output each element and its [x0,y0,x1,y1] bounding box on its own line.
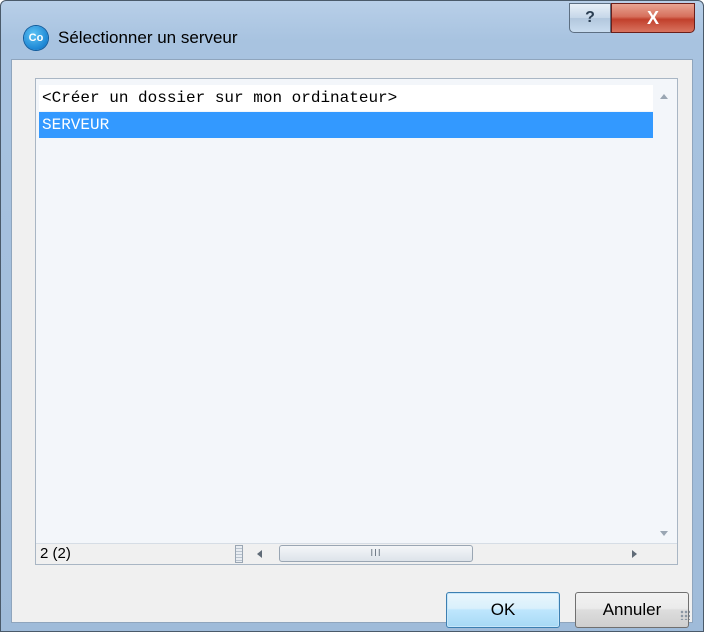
window-title: Sélectionner un serveur [58,28,238,47]
ok-button[interactable]: OK [446,592,560,628]
list-item-serveur[interactable]: SERVEUR [39,112,653,138]
dialog-window: Co Sélectionner un serveur ? X <Créer un… [0,0,704,632]
scroll-right-icon[interactable] [632,550,637,558]
scroll-left-icon[interactable] [257,550,262,558]
app-icon: Co [24,26,48,50]
scroll-up-icon[interactable] [660,94,668,99]
help-button[interactable]: ? [569,3,611,33]
item-count: 2 (2) [40,545,71,562]
cancel-button[interactable]: Annuler [575,592,689,628]
server-list[interactable]: <Créer un dossier sur mon ordinateur> SE… [35,78,678,565]
vertical-scrollbar[interactable] [653,79,677,548]
list-item-create-folder[interactable]: <Créer un dossier sur mon ordinateur> [39,85,653,111]
splitter-grip[interactable] [235,545,243,563]
list-statusbar: 2 (2) III [36,543,677,564]
thumb-grip-icon: III [370,548,382,559]
horizontal-scroll-thumb[interactable]: III [279,545,473,562]
scroll-down-icon[interactable] [660,531,668,536]
dialog-client-area: <Créer un dossier sur mon ordinateur> SE… [11,59,693,628]
close-button[interactable]: X [611,3,695,33]
resize-grip-icon[interactable] [680,610,690,620]
titlebar[interactable]: Co Sélectionner un serveur ? X [1,1,703,59]
